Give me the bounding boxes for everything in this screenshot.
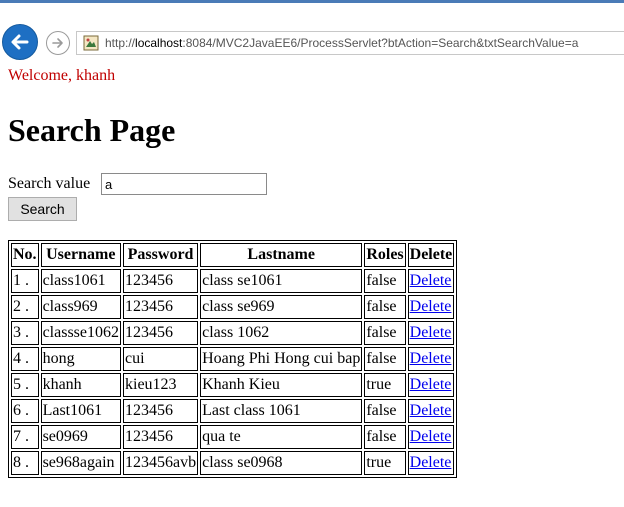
cell-password: 123456 xyxy=(123,269,199,293)
cell-lastname: class se969 xyxy=(200,295,363,319)
back-arrow-icon xyxy=(11,34,29,50)
cell-password: 123456 xyxy=(123,295,199,319)
cell-username: se968again xyxy=(40,451,121,475)
delete-link[interactable]: Delete xyxy=(410,298,452,315)
cell-username: classse1062 xyxy=(40,321,121,345)
header-username: Username xyxy=(40,243,121,267)
back-button[interactable] xyxy=(2,24,38,60)
search-button[interactable]: Search xyxy=(8,197,77,221)
cell-lastname: Last class 1061 xyxy=(200,399,363,423)
cell-lastname: class se1061 xyxy=(200,269,363,293)
header-delete: Delete xyxy=(407,243,455,267)
table-row: 1 . class1061 123456 class se1061 false … xyxy=(11,269,455,293)
cell-password: cui xyxy=(123,347,199,371)
cell-password: 123456 xyxy=(123,399,199,423)
cell-no: 3 . xyxy=(11,321,39,345)
cell-lastname: Khanh Kieu xyxy=(200,373,363,397)
url-text: http://localhost:8084/MVC2JavaEE6/Proces… xyxy=(105,36,579,50)
cell-username: class969 xyxy=(40,295,121,319)
forward-arrow-icon xyxy=(52,38,63,48)
cell-no: 7 . xyxy=(11,425,39,449)
window-top-border xyxy=(0,0,624,3)
cell-no: 8 . xyxy=(11,451,39,475)
cell-username: se0969 xyxy=(40,425,121,449)
cell-username: Last1061 xyxy=(40,399,121,423)
cell-password: 123456avb xyxy=(123,451,199,475)
delete-link[interactable]: Delete xyxy=(410,402,452,419)
delete-link[interactable]: Delete xyxy=(410,428,452,445)
cell-username: class1061 xyxy=(40,269,121,293)
cell-no: 4 . xyxy=(11,347,39,371)
cell-delete: Delete xyxy=(407,425,455,449)
cell-no: 2 . xyxy=(11,295,39,319)
cell-delete: Delete xyxy=(407,269,455,293)
delete-link[interactable]: Delete xyxy=(410,454,452,471)
cell-username: khanh xyxy=(40,373,121,397)
header-roles: Roles xyxy=(364,243,406,267)
cell-delete: Delete xyxy=(407,295,455,319)
delete-link[interactable]: Delete xyxy=(410,376,452,393)
header-no: No. xyxy=(11,243,39,267)
cell-lastname: qua te xyxy=(200,425,363,449)
cell-no: 6 . xyxy=(11,399,39,423)
cell-roles: false xyxy=(364,347,406,371)
cell-no: 5 . xyxy=(11,373,39,397)
cell-roles: true xyxy=(364,373,406,397)
forward-button[interactable] xyxy=(46,31,70,55)
cell-roles: false xyxy=(364,399,406,423)
search-label: Search value xyxy=(8,175,91,192)
cell-password: 123456 xyxy=(123,425,199,449)
welcome-message: Welcome, khanh xyxy=(8,67,116,84)
header-password: Password xyxy=(123,243,199,267)
table-row: 7 . se0969 123456 qua te false Delete xyxy=(11,425,455,449)
table-row: 4 . hong cui Hoang Phi Hong cui bap fals… xyxy=(11,347,455,371)
cell-username: hong xyxy=(40,347,121,371)
cell-password: kieu123 xyxy=(123,373,199,397)
cell-delete: Delete xyxy=(407,451,455,475)
delete-link[interactable]: Delete xyxy=(410,324,452,341)
search-input[interactable] xyxy=(101,173,267,195)
cell-roles: true xyxy=(364,451,406,475)
address-bar[interactable]: http://localhost:8084/MVC2JavaEE6/Proces… xyxy=(76,31,624,55)
page-icon xyxy=(83,35,99,51)
delete-link[interactable]: Delete xyxy=(410,272,452,289)
cell-delete: Delete xyxy=(407,347,455,371)
cell-roles: false xyxy=(364,425,406,449)
table-row: 8 . se968again 123456avb class se0968 tr… xyxy=(11,451,455,475)
cell-delete: Delete xyxy=(407,321,455,345)
cell-delete: Delete xyxy=(407,399,455,423)
cell-roles: false xyxy=(364,321,406,345)
cell-lastname: Hoang Phi Hong cui bap xyxy=(200,347,363,371)
delete-link[interactable]: Delete xyxy=(410,350,452,367)
cell-lastname: class se0968 xyxy=(200,451,363,475)
table-row: 2 . class969 123456 class se969 false De… xyxy=(11,295,455,319)
cell-no: 1 . xyxy=(11,269,39,293)
cell-password: 123456 xyxy=(123,321,199,345)
header-lastname: Lastname xyxy=(200,243,363,267)
table-row: 3 . classse1062 123456 class 1062 false … xyxy=(11,321,455,345)
cell-lastname: class 1062 xyxy=(200,321,363,345)
cell-roles: false xyxy=(364,269,406,293)
page-title: Search Page xyxy=(8,112,176,148)
results-table: No. Username Password Lastname Roles Del… xyxy=(8,240,458,478)
cell-roles: false xyxy=(364,295,406,319)
table-header-row: No. Username Password Lastname Roles Del… xyxy=(11,243,455,267)
cell-delete: Delete xyxy=(407,373,455,397)
table-row: 5 . khanh kieu123 Khanh Kieu true Delete xyxy=(11,373,455,397)
table-row: 6 . Last1061 123456 Last class 1061 fals… xyxy=(11,399,455,423)
